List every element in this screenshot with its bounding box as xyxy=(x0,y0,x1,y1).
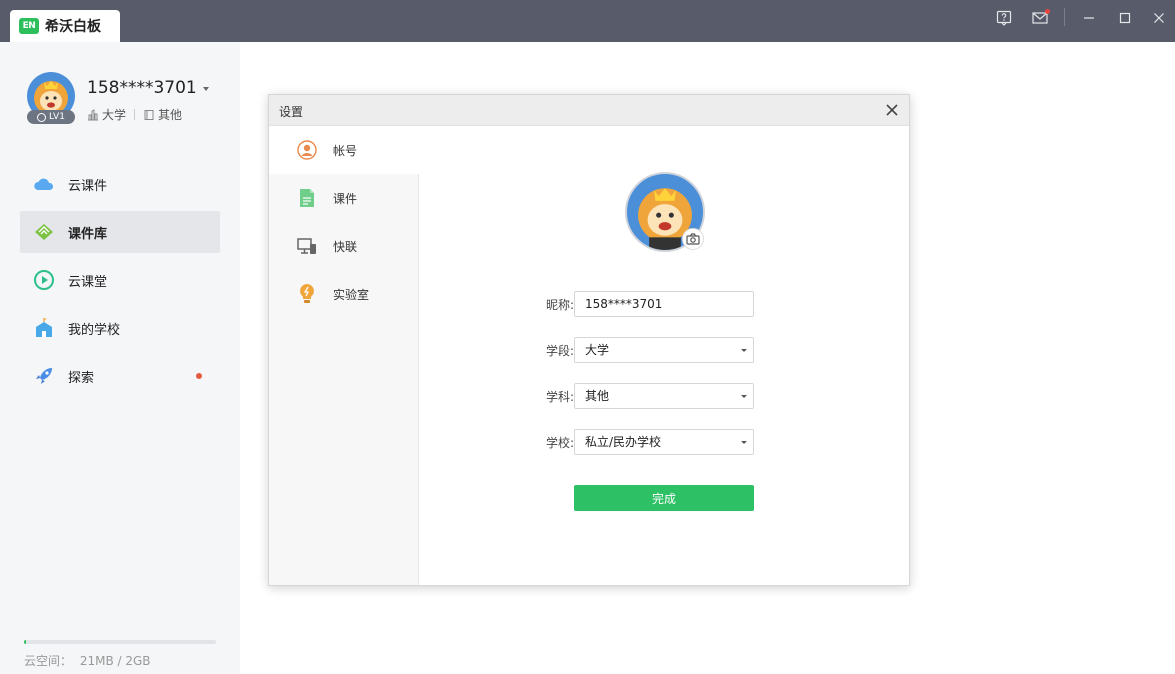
tab-label: 实验室 xyxy=(333,287,370,302)
play-icon xyxy=(33,269,55,291)
user-subject: 其他 xyxy=(158,108,183,122)
school-label: 学校: xyxy=(545,435,574,450)
settings-sidebar: 帐号 课件 快联 实验室 xyxy=(269,126,420,585)
school-building-icon xyxy=(88,108,98,120)
maximize-icon xyxy=(1119,12,1131,24)
sidebar-item-explore[interactable]: 探索 xyxy=(20,355,220,397)
level-badge-icon xyxy=(37,112,47,122)
dialog-title: 设置 xyxy=(279,105,304,119)
lightbulb-icon xyxy=(297,284,317,304)
sidebar-item-cloud-classroom[interactable]: 云课堂 xyxy=(20,259,220,301)
nickname-input[interactable]: 158****3701 xyxy=(574,291,754,317)
settings-dialog: 设置 帐号 课件 快联 实验室 昵称: 158****3701 学段: 大学 学… xyxy=(268,94,910,586)
storage-progress-bar xyxy=(24,640,216,644)
camera-icon xyxy=(686,233,700,245)
dialog-close-button[interactable] xyxy=(883,101,901,119)
maximize-button[interactable] xyxy=(1113,8,1137,28)
storage-text: 云空间： 21MB / 2GB xyxy=(24,652,151,669)
subject-value: 其他 xyxy=(585,389,610,403)
sidebar-item-label: 云课堂 xyxy=(68,274,108,290)
subject-label: 学科: xyxy=(545,389,574,404)
rocket-icon xyxy=(33,365,55,387)
chevron-down-icon xyxy=(202,87,209,91)
tab-lab[interactable]: 实验室 xyxy=(269,270,419,318)
form-row-stage: 学段: 大学 xyxy=(499,337,755,363)
tab-account[interactable]: 帐号 xyxy=(269,126,420,174)
chevron-down-icon xyxy=(741,395,747,398)
chevron-down-icon xyxy=(741,349,747,352)
sidebar-item-my-school[interactable]: 我的学校 xyxy=(20,307,220,349)
username: 158****3701 xyxy=(87,78,197,98)
library-icon xyxy=(33,221,55,243)
minimize-icon xyxy=(1084,17,1094,19)
help-icon xyxy=(996,10,1012,26)
mail-button[interactable] xyxy=(1028,8,1052,28)
tab-courseware[interactable]: 课件 xyxy=(269,174,419,222)
change-avatar-button[interactable] xyxy=(682,228,704,250)
storage-progress-fill xyxy=(24,640,26,644)
help-button[interactable] xyxy=(992,8,1016,28)
school-icon xyxy=(33,317,55,339)
username-dropdown[interactable]: 158****3701 xyxy=(87,78,209,98)
app-logo: EN xyxy=(19,18,39,34)
explore-badge-dot xyxy=(196,373,202,379)
sidebar-item-label: 探索 xyxy=(68,370,95,386)
level-badge: LV1 xyxy=(27,110,75,124)
sidebar-item-label: 课件库 xyxy=(68,226,108,242)
form-row-school: 学校: 私立/民办学校 xyxy=(499,429,755,455)
user-avatar[interactable]: LV1 xyxy=(27,72,75,124)
level-label: LV1 xyxy=(49,112,65,122)
user-stage: 大学 xyxy=(102,108,127,122)
screen-link-icon xyxy=(297,236,317,256)
tab-label: 快联 xyxy=(333,239,358,254)
done-button[interactable]: 完成 xyxy=(574,485,754,511)
stage-value: 大学 xyxy=(585,343,610,357)
window-controls-divider xyxy=(1064,8,1065,26)
mail-unread-dot xyxy=(1045,9,1050,14)
account-icon xyxy=(297,140,317,160)
school-select[interactable]: 私立/民办学校 xyxy=(574,429,754,455)
book-icon xyxy=(144,109,154,120)
storage-label: 云空间： xyxy=(24,654,73,668)
form-row-nickname: 昵称: 158****3701 xyxy=(499,291,755,317)
stage-label: 学段: xyxy=(545,343,574,358)
form-row-subject: 学科: 其他 xyxy=(499,383,755,409)
title-bar: EN 希沃白板 xyxy=(0,0,1175,42)
sidebar: LV1 158****3701 大学 其他 云课件 课件库 云课堂 我的学校 探… xyxy=(0,42,240,674)
sidebar-item-courseware-library[interactable]: 课件库 xyxy=(20,211,220,253)
tab-label: 课件 xyxy=(333,191,358,206)
sidebar-item-label: 我的学校 xyxy=(68,322,121,338)
sidebar-item-label: 云课件 xyxy=(68,178,108,194)
tab-quick-link[interactable]: 快联 xyxy=(269,222,419,270)
app-tab[interactable]: EN 希沃白板 xyxy=(10,10,120,42)
close-icon xyxy=(886,104,898,116)
tab-label: 帐号 xyxy=(333,143,358,158)
storage-value: 21MB / 2GB xyxy=(79,654,151,668)
user-meta: 大学 其他 xyxy=(87,106,182,123)
sidebar-item-cloud-courseware[interactable]: 云课件 xyxy=(20,163,220,205)
school-value: 私立/民办学校 xyxy=(585,435,662,449)
close-window-button[interactable] xyxy=(1147,8,1171,28)
app-title: 希沃白板 xyxy=(45,19,101,35)
subject-select[interactable]: 其他 xyxy=(574,383,754,409)
stage-select[interactable]: 大学 xyxy=(574,337,754,363)
meta-divider xyxy=(134,109,136,120)
cloud-icon xyxy=(33,173,55,195)
chevron-down-icon xyxy=(741,441,747,444)
minimize-button[interactable] xyxy=(1077,8,1101,28)
document-icon xyxy=(297,188,317,208)
dialog-header: 设置 xyxy=(269,95,909,126)
close-icon xyxy=(1154,13,1164,23)
nickname-label: 昵称: xyxy=(545,297,574,312)
